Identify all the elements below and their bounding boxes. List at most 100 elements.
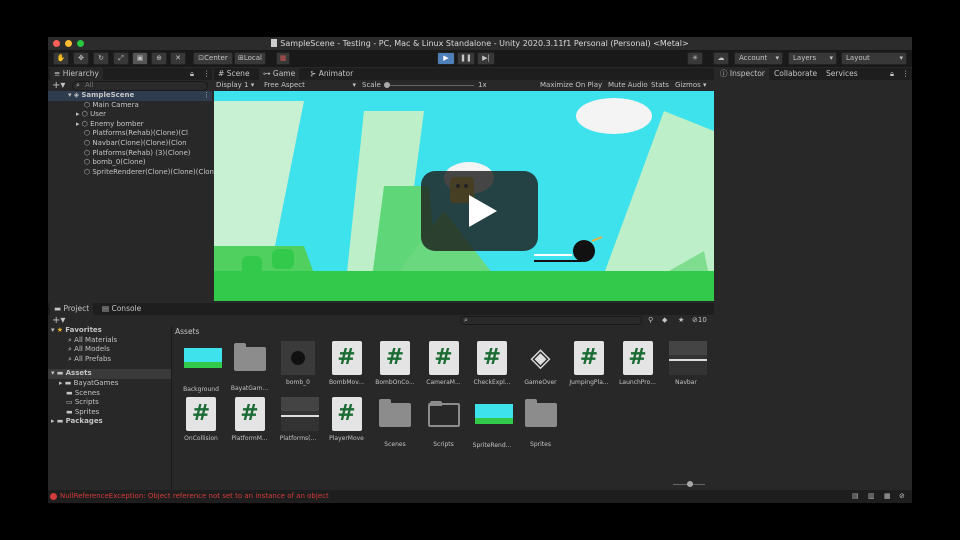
kebab-menu-icon[interactable]: ⋮ — [902, 68, 910, 80]
asset-tile[interactable]: # PlayerMove — [324, 397, 370, 442]
hand-tool-button[interactable]: ✋ — [53, 52, 69, 65]
rect-tool-button[interactable]: ▣ — [132, 52, 148, 65]
packages-node[interactable]: ▸ ▬ Packages — [48, 417, 171, 427]
asset-tile[interactable]: Background — [178, 341, 224, 393]
asset-tile[interactable]: # CameraM... — [421, 341, 467, 386]
asset-tile[interactable]: Scripts — [421, 397, 467, 448]
asset-tile[interactable]: SpriteRend... — [469, 397, 515, 449]
scene-root[interactable]: ▾ ◈ SampleScene ⋮ — [48, 91, 212, 101]
icon-size-slider-thumb[interactable] — [687, 481, 693, 487]
tab-collaborate[interactable]: Collaborate — [770, 68, 821, 80]
pivot-local-toggle[interactable]: ⊞Local — [234, 52, 266, 65]
mute-audio-toggle[interactable]: Mute Audio — [608, 80, 648, 91]
asset-tile[interactable]: # BombMov... — [324, 341, 370, 386]
tab-animator[interactable]: ⊱ Animator — [306, 68, 357, 80]
step-button[interactable]: ▶| — [477, 52, 495, 65]
video-play-button[interactable] — [421, 171, 538, 251]
hierarchy-item[interactable]: ⬡ Navbar(Clone)(Clone)(Clon — [48, 139, 212, 149]
asset-tile[interactable]: bomb_0 — [275, 341, 321, 386]
asset-tile[interactable]: BayatGam... — [227, 341, 273, 392]
custom-tool-button[interactable]: ✕ — [170, 52, 186, 65]
scale-slider[interactable] — [384, 82, 474, 88]
navbar-sprite-icon — [281, 397, 319, 431]
debug-icon[interactable]: ▦ — [884, 490, 891, 503]
game-view[interactable] — [214, 91, 714, 301]
asset-tile[interactable]: # JumpingPla... — [566, 341, 612, 386]
asset-tile[interactable]: # BombOnCo... — [372, 341, 418, 386]
rotate-tool-button[interactable]: ↻ — [93, 52, 109, 65]
filter-by-type-icon[interactable]: ⚲ — [648, 315, 653, 326]
asset-tile[interactable]: # CheckExpl... — [469, 341, 515, 386]
asset-tile[interactable]: Platforms(... — [275, 397, 321, 442]
tab-inspector[interactable]: ⓘ Inspector — [716, 68, 769, 80]
lock-icon[interactable]: 🔒︎ — [890, 68, 894, 80]
collab-button[interactable]: ✳ — [687, 52, 703, 65]
hierarchy-item[interactable]: ⬡ Platforms(Rehab)(Clone)(Cl — [48, 129, 212, 139]
pause-button[interactable]: ❚❚ — [457, 52, 475, 65]
collab-status-icon[interactable]: ⊘ — [899, 490, 905, 503]
tab-console[interactable]: ▤ Console — [98, 303, 145, 315]
assets-subfolder[interactable]: ▸ ▬ BayatGames — [48, 379, 171, 389]
cloud-button[interactable]: ☁ — [713, 52, 729, 65]
hierarchy-item[interactable]: ⬡ bomb_0(Clone) — [48, 158, 212, 168]
layers-dropdown[interactable]: Layers ▾ — [788, 52, 837, 65]
console-error-message[interactable]: NullReferenceException: Object reference… — [60, 490, 329, 503]
progress-icon[interactable]: ▥ — [868, 490, 875, 503]
display-dropdown[interactable]: Display 1 ▾ — [216, 80, 254, 91]
favorites-item[interactable]: ⌕ All Prefabs — [48, 355, 171, 365]
asset-tile[interactable]: # LaunchPro... — [615, 341, 661, 386]
grid-snap-button[interactable]: ▦ — [276, 52, 290, 65]
transform-tool-button[interactable]: ⊕ — [151, 52, 167, 65]
favorites-node[interactable]: ▾ ★ Favorites — [48, 326, 171, 336]
gizmos-dropdown[interactable]: Gizmos ▾ — [675, 80, 707, 91]
asset-tile[interactable]: # OnCollision — [178, 397, 224, 442]
kebab-menu-icon[interactable]: ⋮ — [203, 68, 211, 80]
filter-by-label-icon[interactable]: ◆ — [662, 315, 667, 326]
asset-tile[interactable]: ◈ GameOver — [518, 341, 564, 386]
hierarchy-item[interactable]: ⬡ Main Camera — [48, 101, 212, 111]
add-icon[interactable]: +▾ — [52, 80, 65, 91]
asset-tile[interactable]: Sprites — [518, 397, 564, 448]
kebab-menu-icon[interactable]: ⋮ — [203, 91, 210, 101]
close-window-button[interactable] — [53, 40, 60, 47]
hierarchy-item[interactable]: ⬡ Platforms(Rehab) (3)(Clone) — [48, 149, 212, 159]
icon-size-slider[interactable] — [673, 481, 705, 487]
play-button[interactable]: ▶ — [437, 52, 455, 65]
account-dropdown[interactable]: Account ▾ — [734, 52, 783, 65]
favorites-item[interactable]: ⌕ All Materials — [48, 336, 171, 346]
asset-tile[interactable]: Scenes — [372, 397, 418, 448]
maximize-on-play-toggle[interactable]: Maximize On Play — [540, 80, 602, 91]
hierarchy-item[interactable]: ⬡ SpriteRenderer(Clone)(Clone)(Clon — [48, 168, 214, 178]
zoom-window-button[interactable] — [77, 40, 84, 47]
aspect-dropdown[interactable]: Free Aspect ▾ — [264, 80, 356, 91]
minimize-window-button[interactable] — [65, 40, 72, 47]
pivot-center-toggle[interactable]: ⊡Center — [193, 52, 233, 65]
hierarchy-search-input[interactable]: ⌕ All — [72, 81, 208, 91]
tab-scene[interactable]: # Scene — [214, 68, 254, 80]
asset-tile[interactable]: # PlatformM... — [227, 397, 273, 442]
lock-icon[interactable]: 🔒︎ — [190, 68, 194, 80]
favorite-star-icon[interactable]: ★ — [678, 315, 684, 326]
layout-dropdown[interactable]: Layout ▾ — [841, 52, 907, 65]
tab-services[interactable]: Services — [822, 68, 862, 80]
hierarchy-item[interactable]: ▸ ⬡ Enemy bomber — [48, 120, 212, 130]
asset-tile[interactable]: Navbar — [663, 341, 709, 386]
assets-subfolder[interactable]: ▬ Sprites — [48, 408, 171, 418]
move-tool-button[interactable]: ✥ — [73, 52, 89, 65]
tab-project[interactable]: ▬ Project — [50, 303, 94, 315]
tab-hierarchy[interactable]: ≡ Hierarchy — [50, 68, 103, 80]
stats-toggle[interactable]: Stats — [651, 80, 669, 91]
assets-subfolder[interactable]: ▬ Scenes — [48, 389, 171, 399]
hidden-packages-toggle[interactable]: ⊘10 — [692, 315, 707, 326]
hierarchy-item[interactable]: ▸ ⬡ User — [48, 110, 212, 120]
favorites-item[interactable]: ⌕ All Models — [48, 345, 171, 355]
scale-slider-thumb[interactable] — [384, 82, 390, 88]
assets-breadcrumb[interactable]: Assets — [175, 327, 199, 336]
assets-subfolder[interactable]: ▭ Scripts — [48, 398, 171, 408]
cache-server-icon[interactable]: ▤ — [852, 490, 859, 503]
assets-node[interactable]: ▾ ▬ Assets — [48, 369, 171, 379]
add-icon[interactable]: +▾ — [52, 315, 65, 326]
project-search-input[interactable]: ⌕ — [460, 316, 642, 325]
tab-game[interactable]: ⊶ Game — [259, 68, 300, 80]
scale-tool-button[interactable]: ⤢ — [113, 52, 129, 65]
